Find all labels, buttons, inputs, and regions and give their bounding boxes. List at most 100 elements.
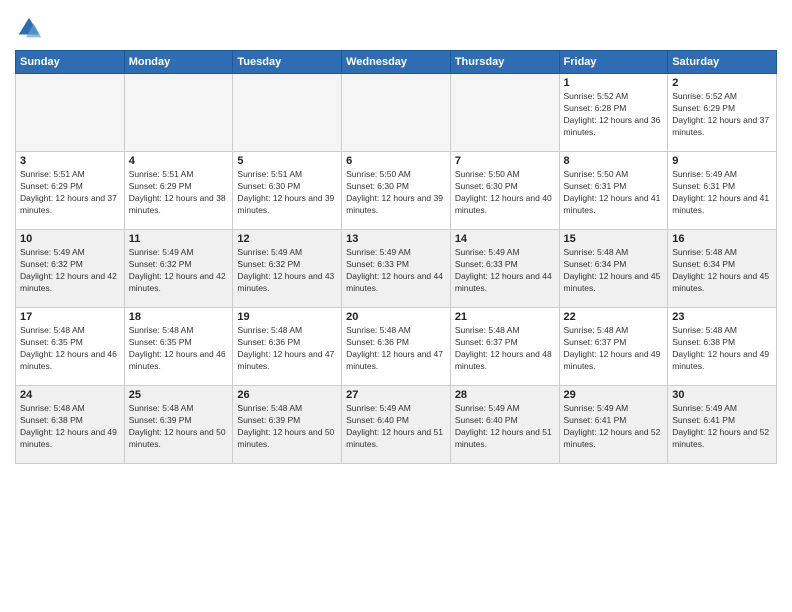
day-number: 11 xyxy=(129,233,229,245)
day-info: Sunrise: 5:49 AM Sunset: 6:41 PM Dayligh… xyxy=(672,403,772,451)
day-info: Sunrise: 5:52 AM Sunset: 6:28 PM Dayligh… xyxy=(564,91,664,139)
week-row-0: 1 Sunrise: 5:52 AM Sunset: 6:28 PM Daylig… xyxy=(16,74,777,152)
day-number: 14 xyxy=(455,233,555,245)
day-number: 29 xyxy=(564,389,664,401)
day-cell: 5 Sunrise: 5:51 AM Sunset: 6:30 PM Daylig… xyxy=(233,152,342,230)
day-info: Sunrise: 5:51 AM Sunset: 6:29 PM Dayligh… xyxy=(20,169,120,217)
day-info: Sunrise: 5:48 AM Sunset: 6:35 PM Dayligh… xyxy=(129,325,229,373)
day-number: 2 xyxy=(672,77,772,89)
day-cell: 26Sunrise: 5:48 AM Sunset: 6:39 PM Dayli… xyxy=(233,386,342,464)
col-header-wednesday: Wednesday xyxy=(342,51,451,74)
col-header-monday: Monday xyxy=(124,51,233,74)
day-cell: 13Sunrise: 5:49 AM Sunset: 6:33 PM Dayli… xyxy=(342,230,451,308)
day-info: Sunrise: 5:48 AM Sunset: 6:34 PM Dayligh… xyxy=(672,247,772,295)
col-header-friday: Friday xyxy=(559,51,668,74)
day-cell: 19 Sunrise: 5:48 AM Sunset: 6:36 PM Dayli… xyxy=(233,308,342,386)
day-cell: 25 Sunrise: 5:48 AM Sunset: 6:39 PM Dayli… xyxy=(124,386,233,464)
day-cell: 1 Sunrise: 5:52 AM Sunset: 6:28 PM Daylig… xyxy=(559,74,668,152)
col-header-thursday: Thursday xyxy=(450,51,559,74)
day-cell: 6 Sunrise: 5:50 AM Sunset: 6:30 PM Daylig… xyxy=(342,152,451,230)
day-number: 6 xyxy=(346,155,446,167)
day-info: Sunrise: 5:49 AM Sunset: 6:32 PM Dayligh… xyxy=(129,247,229,295)
day-cell: 30 Sunrise: 5:49 AM Sunset: 6:41 PM Dayli… xyxy=(668,386,777,464)
day-info: Sunrise: 5:49 AM Sunset: 6:32 PM Dayligh… xyxy=(237,247,337,295)
week-row-1: 3 Sunrise: 5:51 AM Sunset: 6:29 PM Daylig… xyxy=(16,152,777,230)
day-cell xyxy=(16,74,125,152)
day-cell: 14 Sunrise: 5:49 AM Sunset: 6:33 PM Dayli… xyxy=(450,230,559,308)
week-row-4: 24 Sunrise: 5:48 AM Sunset: 6:38 PM Dayli… xyxy=(16,386,777,464)
day-number: 19 xyxy=(237,311,337,323)
day-info: Sunrise: 5:49 AM Sunset: 6:32 PM Dayligh… xyxy=(20,247,120,295)
day-info: Sunrise: 5:49 AM Sunset: 6:33 PM Dayligh… xyxy=(455,247,555,295)
day-number: 21 xyxy=(455,311,555,323)
day-cell: 23 Sunrise: 5:48 AM Sunset: 6:38 PM Dayli… xyxy=(668,308,777,386)
day-cell: 12 Sunrise: 5:49 AM Sunset: 6:32 PM Dayli… xyxy=(233,230,342,308)
col-header-saturday: Saturday xyxy=(668,51,777,74)
day-cell: 28 Sunrise: 5:49 AM Sunset: 6:40 PM Dayli… xyxy=(450,386,559,464)
day-info: Sunrise: 5:48 AM Sunset: 6:35 PM Dayligh… xyxy=(20,325,120,373)
day-number: 4 xyxy=(129,155,229,167)
logo-icon xyxy=(15,14,43,42)
day-number: 1 xyxy=(564,77,664,89)
day-cell xyxy=(233,74,342,152)
week-row-2: 10Sunrise: 5:49 AM Sunset: 6:32 PM Dayli… xyxy=(16,230,777,308)
day-info: Sunrise: 5:48 AM Sunset: 6:37 PM Dayligh… xyxy=(455,325,555,373)
day-cell: 8 Sunrise: 5:50 AM Sunset: 6:31 PM Daylig… xyxy=(559,152,668,230)
day-info: Sunrise: 5:49 AM Sunset: 6:40 PM Dayligh… xyxy=(455,403,555,451)
day-info: Sunrise: 5:51 AM Sunset: 6:30 PM Dayligh… xyxy=(237,169,337,217)
day-cell: 9 Sunrise: 5:49 AM Sunset: 6:31 PM Daylig… xyxy=(668,152,777,230)
day-info: Sunrise: 5:49 AM Sunset: 6:33 PM Dayligh… xyxy=(346,247,446,295)
day-number: 17 xyxy=(20,311,120,323)
day-cell: 17 Sunrise: 5:48 AM Sunset: 6:35 PM Dayli… xyxy=(16,308,125,386)
day-info: Sunrise: 5:49 AM Sunset: 6:31 PM Dayligh… xyxy=(672,169,772,217)
day-cell: 11 Sunrise: 5:49 AM Sunset: 6:32 PM Dayli… xyxy=(124,230,233,308)
day-info: Sunrise: 5:48 AM Sunset: 6:39 PM Dayligh… xyxy=(129,403,229,451)
day-cell: 7Sunrise: 5:50 AM Sunset: 6:30 PM Daylig… xyxy=(450,152,559,230)
day-cell xyxy=(450,74,559,152)
day-cell: 20 Sunrise: 5:48 AM Sunset: 6:36 PM Dayli… xyxy=(342,308,451,386)
day-info: Sunrise: 5:48 AM Sunset: 6:34 PM Dayligh… xyxy=(564,247,664,295)
day-cell: 2 Sunrise: 5:52 AM Sunset: 6:29 PM Daylig… xyxy=(668,74,777,152)
day-cell: 16Sunrise: 5:48 AM Sunset: 6:34 PM Dayli… xyxy=(668,230,777,308)
day-number: 27 xyxy=(346,389,446,401)
day-number: 3 xyxy=(20,155,120,167)
day-info: Sunrise: 5:48 AM Sunset: 6:38 PM Dayligh… xyxy=(672,325,772,373)
page-container: SundayMondayTuesdayWednesdayThursdayFrid… xyxy=(0,0,792,474)
day-info: Sunrise: 5:48 AM Sunset: 6:36 PM Dayligh… xyxy=(346,325,446,373)
day-info: Sunrise: 5:52 AM Sunset: 6:29 PM Dayligh… xyxy=(672,91,772,139)
logo xyxy=(15,14,45,42)
day-number: 23 xyxy=(672,311,772,323)
day-cell: 10Sunrise: 5:49 AM Sunset: 6:32 PM Dayli… xyxy=(16,230,125,308)
day-cell: 29 Sunrise: 5:49 AM Sunset: 6:41 PM Dayli… xyxy=(559,386,668,464)
day-cell: 27 Sunrise: 5:49 AM Sunset: 6:40 PM Dayli… xyxy=(342,386,451,464)
day-number: 24 xyxy=(20,389,120,401)
day-number: 12 xyxy=(237,233,337,245)
header xyxy=(15,10,777,42)
day-number: 20 xyxy=(346,311,446,323)
day-number: 22 xyxy=(564,311,664,323)
day-number: 7 xyxy=(455,155,555,167)
day-info: Sunrise: 5:48 AM Sunset: 6:36 PM Dayligh… xyxy=(237,325,337,373)
day-number: 30 xyxy=(672,389,772,401)
day-info: Sunrise: 5:49 AM Sunset: 6:41 PM Dayligh… xyxy=(564,403,664,451)
col-header-sunday: Sunday xyxy=(16,51,125,74)
day-cell xyxy=(124,74,233,152)
day-cell: 15Sunrise: 5:48 AM Sunset: 6:34 PM Dayli… xyxy=(559,230,668,308)
day-number: 8 xyxy=(564,155,664,167)
day-number: 5 xyxy=(237,155,337,167)
day-info: Sunrise: 5:49 AM Sunset: 6:40 PM Dayligh… xyxy=(346,403,446,451)
day-info: Sunrise: 5:50 AM Sunset: 6:31 PM Dayligh… xyxy=(564,169,664,217)
day-cell: 18Sunrise: 5:48 AM Sunset: 6:35 PM Dayli… xyxy=(124,308,233,386)
day-info: Sunrise: 5:51 AM Sunset: 6:29 PM Dayligh… xyxy=(129,169,229,217)
header-row: SundayMondayTuesdayWednesdayThursdayFrid… xyxy=(16,51,777,74)
day-cell: 24 Sunrise: 5:48 AM Sunset: 6:38 PM Dayli… xyxy=(16,386,125,464)
col-header-tuesday: Tuesday xyxy=(233,51,342,74)
day-number: 28 xyxy=(455,389,555,401)
week-row-3: 17 Sunrise: 5:48 AM Sunset: 6:35 PM Dayli… xyxy=(16,308,777,386)
day-number: 25 xyxy=(129,389,229,401)
day-number: 9 xyxy=(672,155,772,167)
day-info: Sunrise: 5:50 AM Sunset: 6:30 PM Dayligh… xyxy=(346,169,446,217)
day-info: Sunrise: 5:48 AM Sunset: 6:37 PM Dayligh… xyxy=(564,325,664,373)
day-cell: 22 Sunrise: 5:48 AM Sunset: 6:37 PM Dayli… xyxy=(559,308,668,386)
day-info: Sunrise: 5:48 AM Sunset: 6:38 PM Dayligh… xyxy=(20,403,120,451)
